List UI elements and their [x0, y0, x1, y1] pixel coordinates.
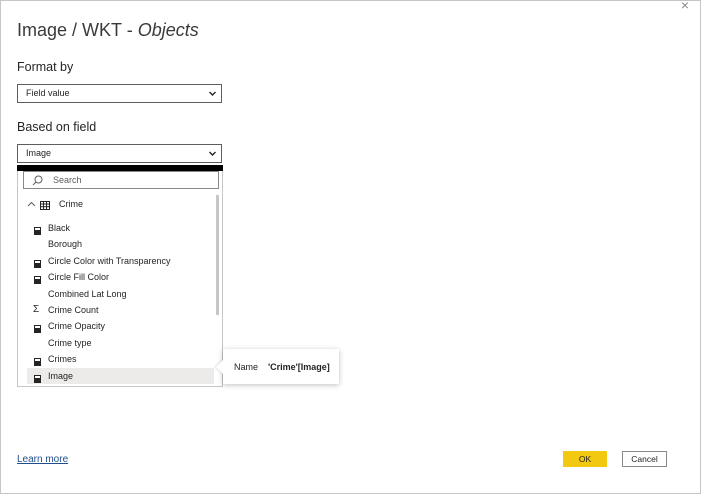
learn-more-link[interactable]: Learn more	[17, 454, 68, 465]
list-item[interactable]: Circle Fill Color	[27, 269, 214, 285]
list-item-label: Crime Count	[48, 305, 99, 315]
calculator-icon	[34, 372, 41, 383]
chevron-up-icon[interactable]	[27, 197, 36, 215]
dialog-title-main: Image / WKT -	[17, 20, 138, 40]
list-item[interactable]: Σ Crime Count	[27, 302, 214, 318]
sigma-icon: Σ	[33, 304, 40, 315]
calculator-icon	[34, 257, 41, 268]
format-by-label: Format by	[17, 60, 74, 74]
list-item[interactable]: Crimes	[27, 351, 214, 367]
tooltip-value: 'Crime'[Image]	[268, 362, 330, 372]
search-placeholder: Search	[53, 175, 82, 185]
list-item[interactable]: Circle Color with Transparency	[27, 253, 214, 269]
calculator-icon	[34, 355, 41, 366]
list-item[interactable]: Black	[27, 220, 214, 236]
dialog-title-section: Objects	[137, 20, 199, 40]
list-item-label: Borough	[48, 239, 83, 249]
list-item-label: Combined Lat Long	[48, 289, 127, 299]
calculator-icon	[34, 322, 41, 333]
list-item[interactable]: Crime type	[27, 335, 214, 351]
table-icon	[40, 200, 50, 214]
search-icon	[32, 175, 43, 186]
field-tooltip: Name 'Crime'[Image]	[215, 349, 339, 384]
calculator-icon	[34, 224, 41, 235]
list-item-selected[interactable]: Image	[27, 368, 214, 384]
table-name: Crime	[59, 199, 83, 209]
list-item[interactable]: Borough	[27, 236, 214, 252]
field-dropdown-panel: Search Crime Black Borough Circle Color …	[17, 171, 223, 387]
list-item-label: Crimes	[48, 354, 77, 364]
cancel-button[interactable]: Cancel	[622, 451, 667, 467]
tooltip-key: Name	[234, 362, 259, 372]
based-on-field-select[interactable]: Image	[17, 144, 222, 163]
dialog-title: Image / WKT - Objects	[17, 20, 199, 41]
list-item-label: Circle Fill Color	[48, 272, 110, 282]
list-item[interactable]: Combined Lat Long	[27, 286, 214, 302]
list-item[interactable]: Crime Opacity	[27, 318, 214, 334]
ok-button[interactable]: OK	[563, 451, 607, 467]
list-item-label: Black	[48, 223, 71, 233]
format-by-select[interactable]: Field value	[17, 84, 222, 103]
format-by-value: Field value	[26, 88, 70, 98]
list-item-label: Image	[48, 371, 74, 381]
close-icon[interactable]: ×	[677, 0, 693, 13]
chevron-down-icon	[208, 85, 217, 108]
list-item-label: Crime type	[48, 338, 92, 348]
list-item-label: Circle Color with Transparency	[48, 256, 171, 266]
list-item-label: Crime Opacity	[48, 321, 106, 331]
format-dialog: × Image / WKT - Objects Format by Field …	[0, 0, 701, 494]
based-on-field-value: Image	[26, 148, 52, 158]
scrollbar[interactable]	[216, 195, 219, 315]
calculator-icon	[34, 273, 41, 284]
field-search-input[interactable]: Search	[23, 171, 219, 189]
based-on-field-label: Based on field	[17, 120, 97, 134]
